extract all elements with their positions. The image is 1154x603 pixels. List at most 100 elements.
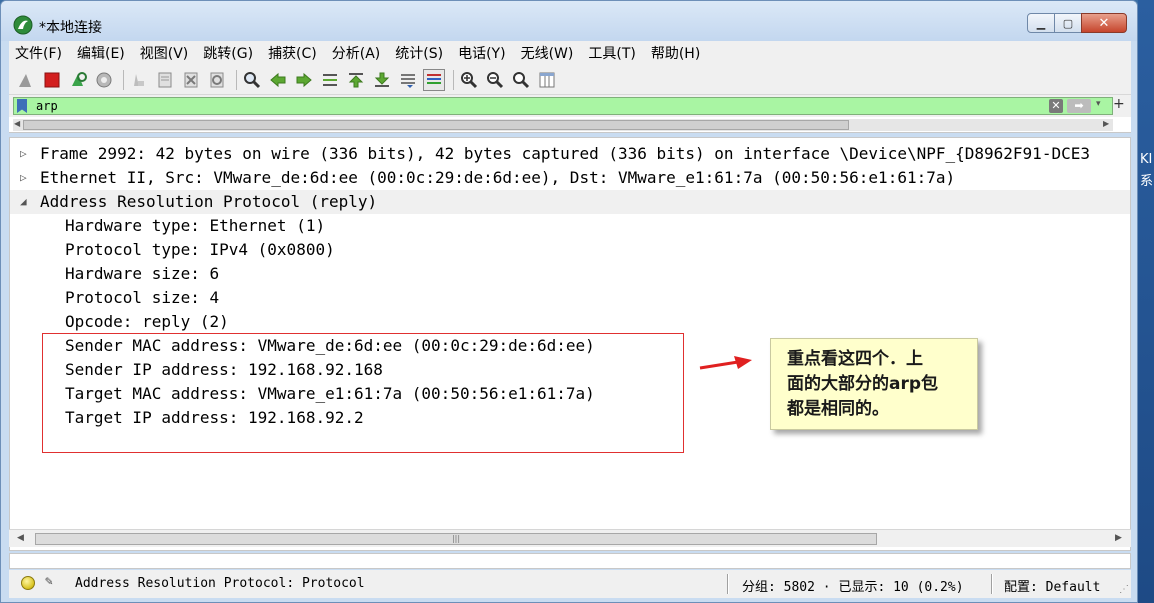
status-profile[interactable]: 配置: Default [1004,576,1100,595]
desktop-edge-text-top: KI [1140,152,1153,167]
restart-capture-icon[interactable] [67,69,89,91]
scroll-left-icon[interactable]: ◀ [14,119,20,128]
expand-arrow-icon[interactable]: ▷ [20,142,32,166]
desktop-edge: KI 系 [1138,0,1154,603]
menu-analyze[interactable]: 分析(A) [332,43,381,63]
reload-file-icon[interactable] [206,69,228,91]
toolbar-separator [236,69,237,90]
tree-row-label: Protocol size: 4 [65,288,220,307]
resize-columns-icon[interactable] [536,69,558,91]
tree-row-arp[interactable]: ◢ Address Resolution Protocol (reply) [10,190,1130,214]
details-scroll-thumb[interactable]: ||| [35,533,877,545]
status-bar: ✎ Address Resolution Protocol: Protocol … [9,570,1131,598]
save-file-icon[interactable] [154,69,176,91]
tree-row-protocol-type[interactable]: Protocol type: IPv4 (0x0800) [10,238,1130,262]
annotation-line: 都是相同的。 [787,399,889,419]
details-scrollbar[interactable]: ◀ ||| ▶ [9,529,1131,547]
annotation-note: 重点看这四个．上 面的大部分的arp包 都是相同的。 [770,338,978,430]
status-separator [991,574,993,594]
tree-row-label: Hardware type: Ethernet (1) [65,216,326,235]
close-button[interactable]: ✕ [1081,13,1127,33]
annotation-highlight-box [42,333,684,453]
edit-comment-icon[interactable]: ✎ [45,574,53,589]
window-title: *本地连接 [39,20,102,36]
open-file-icon[interactable] [128,69,150,91]
packet-details-pane[interactable]: ▷ Frame 2992: 42 bytes on wire (336 bits… [9,137,1131,551]
menu-edit[interactable]: 编辑(E) [77,43,125,63]
expand-arrow-icon[interactable]: ▷ [20,166,32,190]
packet-bytes-pane[interactable] [9,553,1131,569]
maximize-icon: ▢ [1062,16,1074,30]
minimize-icon: ▁ [1036,16,1046,30]
menu-capture[interactable]: 捕获(C) [268,43,317,63]
tree-row-opcode[interactable]: Opcode: reply (2) [10,310,1130,334]
menu-telephony[interactable]: 电话(Y) [458,43,505,63]
maximize-button[interactable]: ▢ [1054,13,1082,33]
packet-list-scrollbar[interactable]: ◀ ▶ [13,119,1113,131]
wireshark-fin-icon [13,15,33,35]
tree-row-label: Frame 2992: 42 bytes on wire (336 bits),… [40,144,1090,163]
desktop-edge-text-bottom: 系 [1140,174,1154,189]
tree-row-ethernet[interactable]: ▷ Ethernet II, Src: VMware_de:6d:ee (00:… [10,166,1130,190]
go-to-packet-icon[interactable] [319,69,341,91]
go-back-icon[interactable] [267,69,289,91]
filter-history-dropdown[interactable]: ▾ [1096,99,1101,109]
tree-row-label: Address Resolution Protocol (reply) [40,192,378,211]
menu-bar: 文件(F) 编辑(E) 视图(V) 跳转(G) 捕获(C) 分析(A) 统计(S… [9,41,1131,65]
resize-grip-icon[interactable]: ⋰ [1119,584,1129,595]
status-packet-counts: 分组: 5802 · 已显示: 10 (0.2%) [742,580,964,595]
tree-row-frame[interactable]: ▷ Frame 2992: 42 bytes on wire (336 bits… [10,142,1130,166]
toolbar-separator [123,69,124,90]
go-forward-icon[interactable] [293,69,315,91]
filter-apply-button[interactable]: ➡ [1067,99,1091,113]
status-separator [727,574,729,594]
annotation-line: 重点看这四个．上 [787,349,923,369]
scroll-left-icon[interactable]: ◀ [17,533,24,543]
auto-scroll-icon[interactable] [397,69,419,91]
add-filter-button[interactable]: + [1113,96,1125,112]
wireshark-window: *本地连接 ▁ ▢ ✕ 文件(F) 编辑(E) 视图(V) 跳转(G) 捕获(C… [0,0,1138,603]
menu-help[interactable]: 帮助(H) [651,43,700,63]
menu-file[interactable]: 文件(F) [15,43,62,63]
menu-statistics[interactable]: 统计(S) [395,43,443,63]
packet-list-scroll-thumb[interactable] [23,120,849,130]
display-filter-input[interactable]: arp [13,97,1113,115]
status-field-info: Address Resolution Protocol: Protocol [75,576,365,591]
main-toolbar [9,65,1131,95]
menu-wireless[interactable]: 无线(W) [521,43,574,63]
minimize-button[interactable]: ▁ [1027,13,1055,33]
menu-tools[interactable]: 工具(T) [588,43,635,63]
filter-clear-button[interactable]: ✕ [1049,99,1063,113]
close-file-icon[interactable] [180,69,202,91]
zoom-out-icon[interactable] [484,69,506,91]
zoom-normal-icon[interactable] [510,69,532,91]
display-filter-bar: arp ✕ ➡ ▾ + [9,95,1131,117]
expert-info-icon[interactable] [21,576,35,590]
shark-fin-start-icon[interactable] [15,69,37,91]
tree-row-label: Ethernet II, Src: VMware_de:6d:ee (00:0c… [40,168,956,187]
menu-go[interactable]: 跳转(G) [203,43,253,63]
toolbar-separator [453,69,454,90]
collapse-arrow-icon[interactable]: ◢ [20,190,32,214]
tree-row-hardware-size[interactable]: Hardware size: 6 [10,262,1130,286]
title-bar[interactable]: *本地连接 ▁ ▢ ✕ [1,1,1137,41]
capture-options-icon[interactable] [93,69,115,91]
zoom-in-icon[interactable] [458,69,480,91]
find-packet-icon[interactable] [241,69,263,91]
tree-row-label: Hardware size: 6 [65,264,220,283]
tree-row-hardware-type[interactable]: Hardware type: Ethernet (1) [10,214,1130,238]
menu-view[interactable]: 视图(V) [140,43,189,63]
scroll-right-icon[interactable]: ▶ [1103,119,1109,128]
stop-capture-icon[interactable] [41,69,63,91]
packet-list-pane[interactable]: ◀ ▶ [9,117,1131,133]
close-icon: ✕ [1098,15,1110,31]
tree-row-label: Opcode: reply (2) [65,312,229,331]
tree-row-label: Protocol type: IPv4 (0x0800) [65,240,335,259]
go-last-icon[interactable] [371,69,393,91]
tree-row-protocol-size[interactable]: Protocol size: 4 [10,286,1130,310]
scroll-right-icon[interactable]: ▶ [1115,533,1122,543]
annotation-line: 面的大部分的arp包 [787,374,939,394]
annotation-arrow-icon [699,356,752,370]
colorize-icon[interactable] [423,68,445,91]
go-first-icon[interactable] [345,69,367,91]
